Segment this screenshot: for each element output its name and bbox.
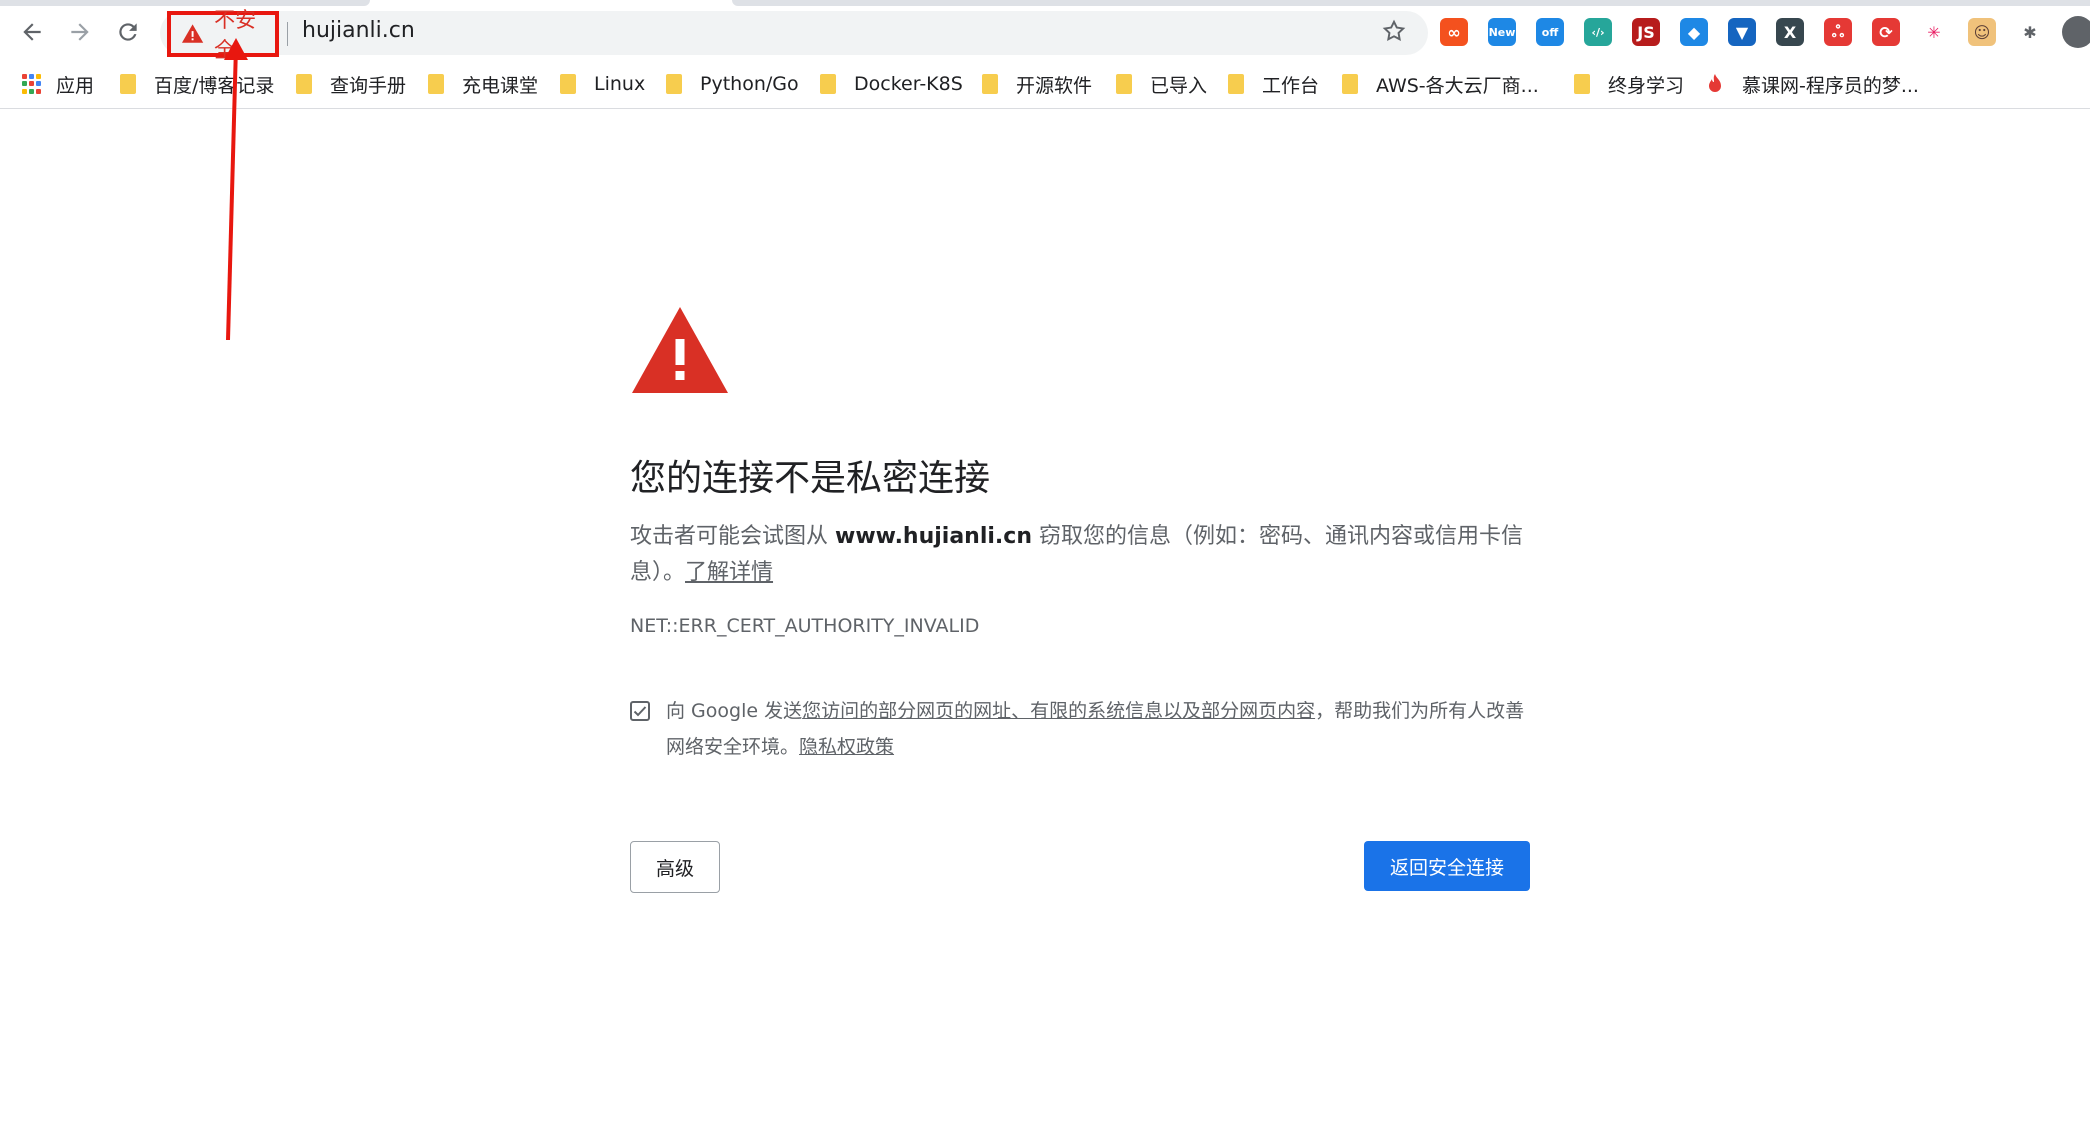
bookmark-label: 工作台 bbox=[1262, 74, 1320, 97]
warning-triangle-icon bbox=[181, 24, 204, 43]
bookmark-link[interactable]: 慕课网-程序员的梦... bbox=[1706, 70, 1919, 98]
folder-icon bbox=[1574, 74, 1590, 94]
arrow-right-icon bbox=[71, 23, 89, 41]
privacy-policy-link[interactable]: 隐私权政策 bbox=[799, 736, 894, 758]
bookmark-folder[interactable]: 工作台 bbox=[1228, 70, 1319, 98]
folder-icon bbox=[1116, 74, 1132, 94]
bookmark-label: 充电课堂 bbox=[462, 74, 539, 97]
learn-more-link[interactable]: 了解详情 bbox=[685, 560, 773, 585]
bookmark-folder[interactable]: 查询手册 bbox=[296, 70, 406, 98]
bookmark-folder[interactable]: 百度/博客记录 bbox=[120, 70, 274, 98]
apps-grid-icon bbox=[22, 74, 42, 94]
bookmark-folder[interactable]: Python/Go bbox=[666, 70, 799, 98]
bookmark-apps-label: 应用 bbox=[56, 74, 95, 97]
bookmark-label: Python/Go bbox=[700, 73, 799, 95]
reload-button[interactable] bbox=[112, 16, 144, 48]
puzzle-extensions-icon[interactable]: ✱ bbox=[2016, 18, 2044, 46]
large-warning-triangle-icon bbox=[632, 307, 728, 393]
bookmarks-bar: 应用 百度/博客记录 查询手册 充电课堂 Linux Python/Go Doc… bbox=[0, 64, 2090, 104]
bookmark-label: 查询手册 bbox=[330, 74, 407, 97]
url-separator bbox=[287, 22, 288, 46]
network-extension-icon[interactable]: ஃ bbox=[1824, 18, 1852, 46]
report-details-link[interactable]: 您访问的部分网页的网址、有限的系统信息以及部分网页内容 bbox=[802, 700, 1315, 722]
error-description: 攻击者可能会试图从 www.hujianli.cn 窃取您的信息（例如：密码、通… bbox=[630, 519, 1530, 591]
bookmark-folder[interactable]: Linux bbox=[560, 70, 645, 98]
tab-strip bbox=[0, 0, 2090, 6]
safe-browsing-report: 向 Google 发送您访问的部分网页的网址、有限的系统信息以及部分网页内容，帮… bbox=[630, 693, 1530, 765]
folder-icon bbox=[1228, 74, 1244, 94]
js-extension-icon[interactable]: JS bbox=[1632, 18, 1660, 46]
folder-icon bbox=[1342, 74, 1358, 94]
bookmark-label: 已导入 bbox=[1150, 74, 1208, 97]
bookmark-label: 慕课网-程序员的梦... bbox=[1742, 74, 1919, 97]
description-prefix: 攻击者可能会试图从 bbox=[630, 524, 835, 549]
new-extension-icon[interactable]: New bbox=[1488, 18, 1516, 46]
bookmark-folder[interactable]: Docker-K8S bbox=[820, 70, 963, 98]
advanced-button[interactable]: 高级 bbox=[630, 841, 720, 893]
star-icon bbox=[1382, 19, 1406, 42]
security-indicator[interactable]: 不安全 bbox=[167, 8, 279, 62]
bookmark-folder[interactable]: 开源软件 bbox=[982, 70, 1092, 98]
folder-icon bbox=[820, 74, 836, 94]
security-label: 不安全 bbox=[214, 8, 257, 62]
bookmark-label: 开源软件 bbox=[1016, 74, 1093, 97]
off-extension-icon[interactable]: off bbox=[1536, 18, 1564, 46]
tab-strip-right bbox=[732, 0, 2090, 6]
face-extension-icon[interactable]: ☺ bbox=[1968, 18, 1996, 46]
code-extension-icon[interactable]: ‹/› bbox=[1584, 18, 1612, 46]
bookmark-label: AWS-各大云厂商... bbox=[1376, 74, 1539, 97]
bookmark-label: 百度/博客记录 bbox=[154, 74, 275, 97]
arrow-left-icon bbox=[23, 23, 41, 41]
sync-extension-icon[interactable]: ⟳ bbox=[1872, 18, 1900, 46]
bookmark-folder[interactable]: 已导入 bbox=[1116, 70, 1207, 98]
x-extension-icon[interactable]: X bbox=[1776, 18, 1804, 46]
back-to-safety-button[interactable]: 返回安全连接 bbox=[1364, 841, 1530, 891]
forward-button[interactable] bbox=[64, 16, 96, 48]
report-prefix: 向 Google 发送 bbox=[666, 700, 803, 722]
folder-icon bbox=[560, 74, 576, 94]
checkmark-icon bbox=[633, 706, 647, 717]
page-title: 您的连接不是私密连接 bbox=[630, 458, 991, 499]
bookmark-star-button[interactable] bbox=[1380, 18, 1408, 46]
bookmark-folder[interactable]: AWS-各大云厂商... bbox=[1342, 70, 1539, 98]
bookmark-apps[interactable]: 应用 bbox=[22, 70, 94, 98]
leaf-extension-icon[interactable]: ◆ bbox=[1680, 18, 1708, 46]
url-text[interactable]: hujianli.cn bbox=[302, 18, 415, 43]
bookmark-label: Docker-K8S bbox=[854, 73, 963, 95]
color-star-extension-icon[interactable]: ✳ bbox=[1920, 18, 1948, 46]
report-checkbox[interactable] bbox=[630, 701, 650, 721]
infinity-extension-icon[interactable]: ∞ bbox=[1440, 18, 1468, 46]
folder-icon bbox=[120, 74, 136, 94]
bookmark-folder[interactable]: 终身学习 bbox=[1574, 70, 1684, 98]
interstitial-page: 您的连接不是私密连接 攻击者可能会试图从 www.hujianli.cn 窃取您… bbox=[0, 109, 2090, 1130]
browser-toolbar: 不安全 hujianli.cn ∞ New off ‹/› JS ◆ ▼ X ஃ ⟳ ✳ ☺ ✱ 应用 … bbox=[0, 0, 2090, 109]
folder-icon bbox=[982, 74, 998, 94]
bookmark-label: 终身学习 bbox=[1608, 74, 1685, 97]
error-code: NET::ERR_CERT_AUTHORITY_INVALID bbox=[630, 615, 980, 637]
tab-strip-left bbox=[0, 0, 370, 6]
folder-icon bbox=[666, 74, 682, 94]
profile-avatar[interactable] bbox=[2062, 16, 2090, 48]
reload-icon bbox=[119, 23, 137, 41]
description-domain: www.hujianli.cn bbox=[835, 524, 1032, 549]
report-text: 向 Google 发送您访问的部分网页的网址、有限的系统信息以及部分网页内容，帮… bbox=[666, 693, 1530, 765]
flame-icon bbox=[1709, 74, 1721, 92]
bookmark-label: Linux bbox=[594, 73, 646, 95]
bookmark-folder[interactable]: 充电课堂 bbox=[428, 70, 538, 98]
pocket-extension-icon[interactable]: ▼ bbox=[1728, 18, 1756, 46]
back-button[interactable] bbox=[16, 16, 48, 48]
folder-icon bbox=[296, 74, 312, 94]
folder-icon bbox=[428, 74, 444, 94]
